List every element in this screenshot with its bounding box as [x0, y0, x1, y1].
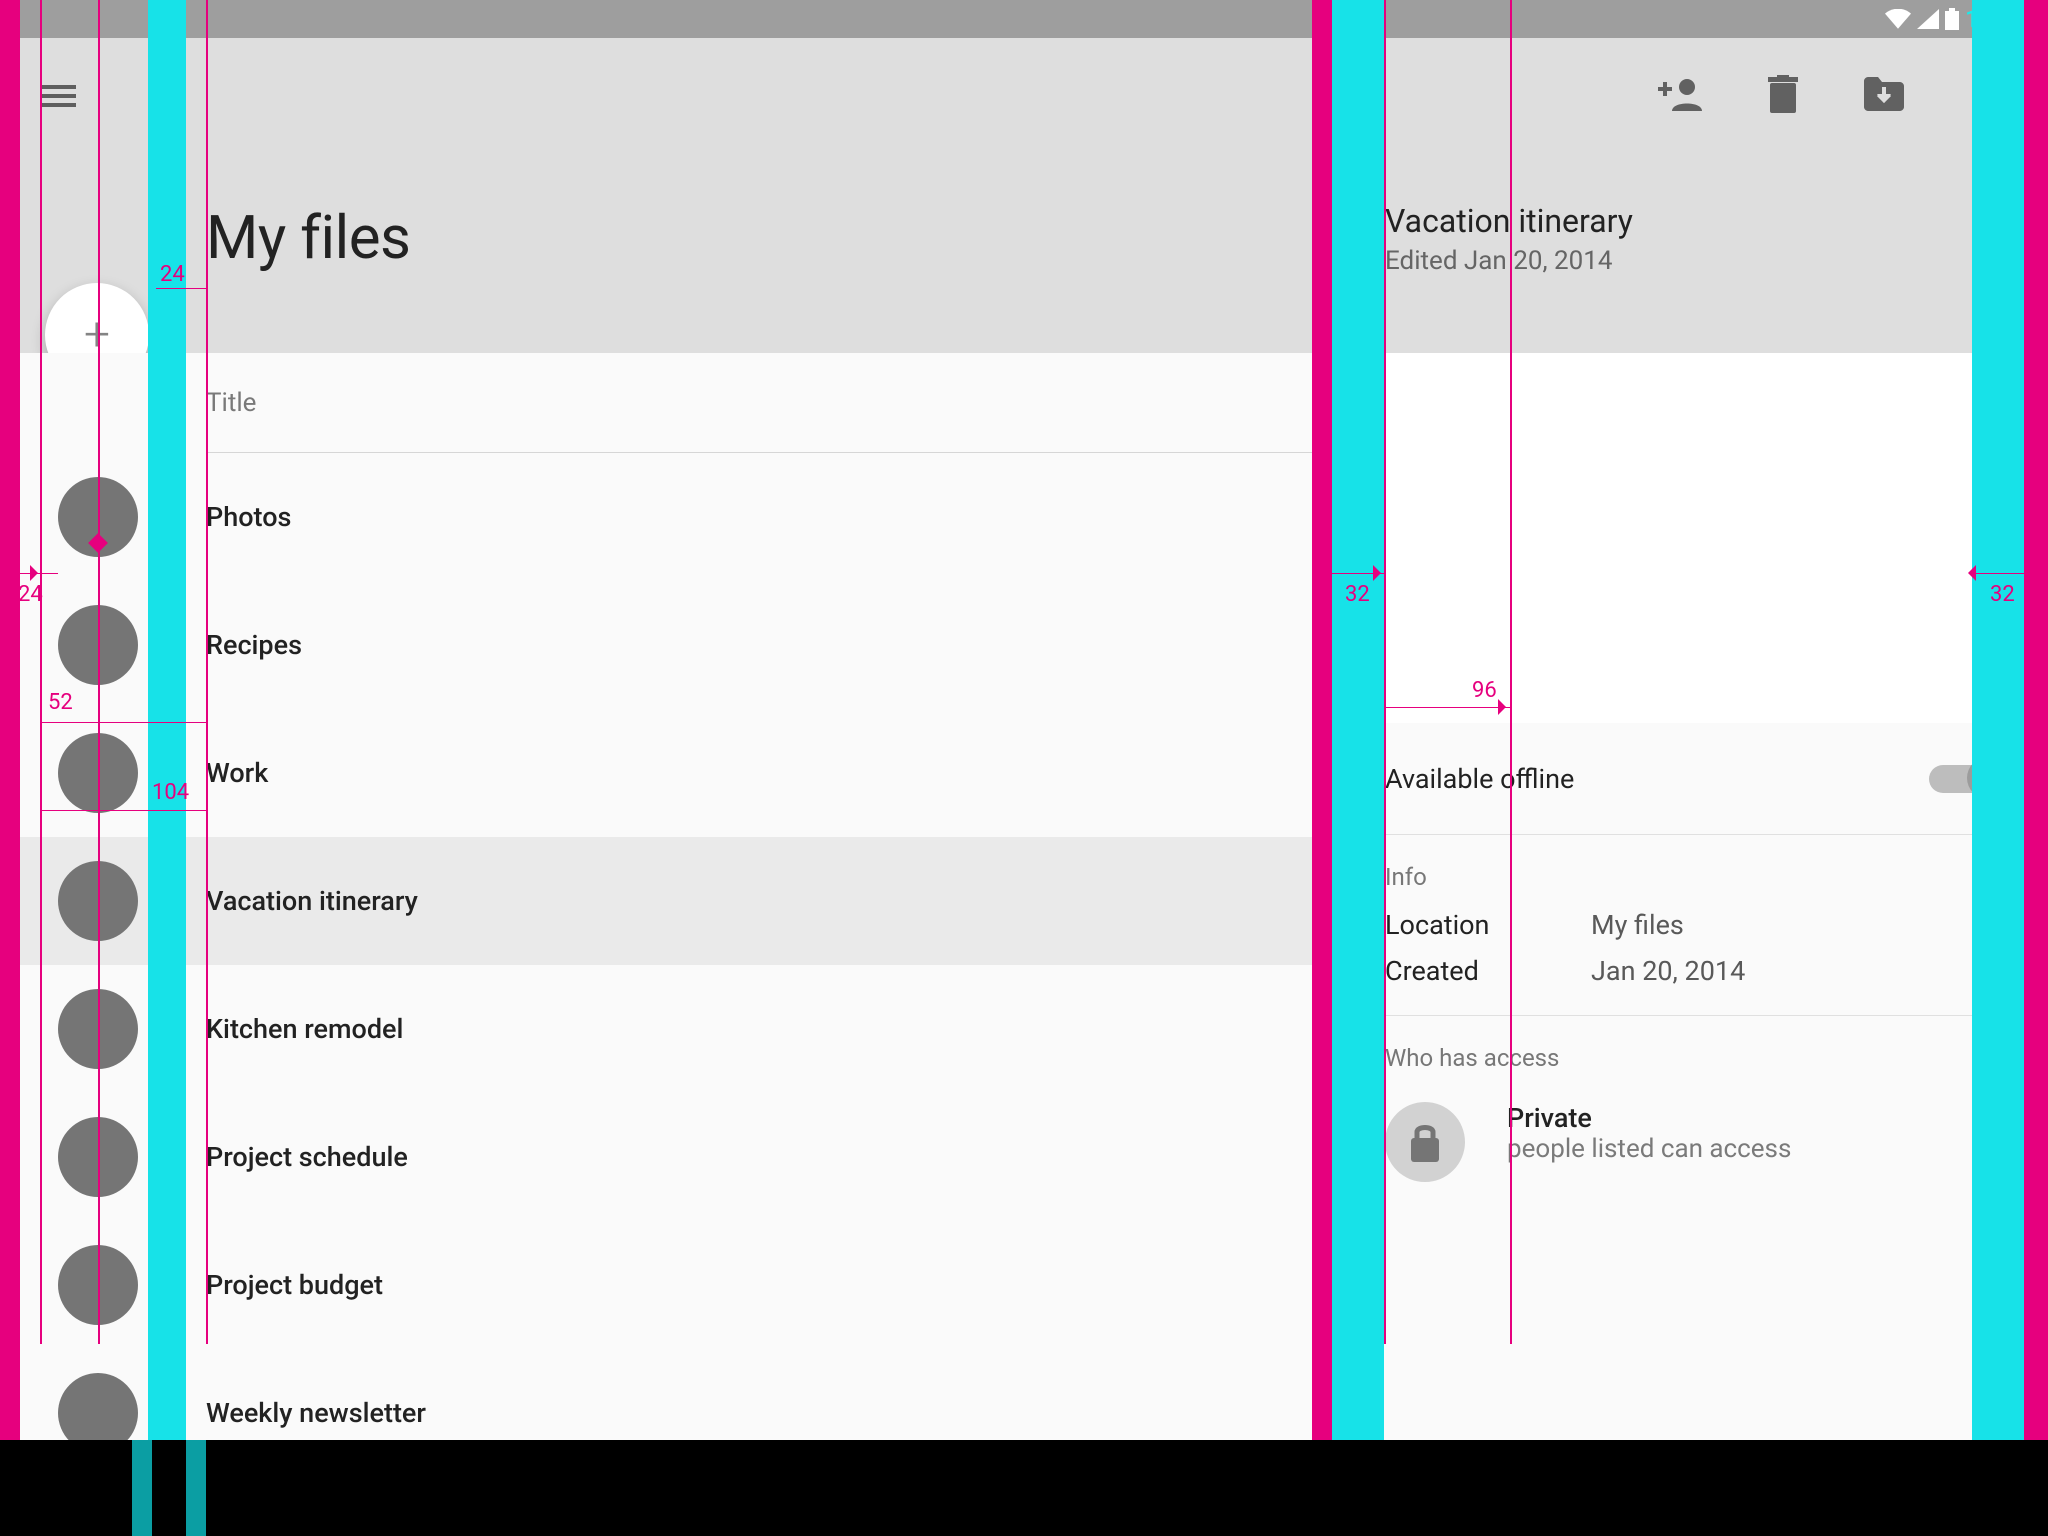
access-row: Private people listed can access [1385, 1102, 1993, 1182]
detail-subtitle: Edited Jan 20, 2014 [1385, 246, 1612, 276]
item-avatar [58, 1245, 138, 1325]
redline-band [132, 1440, 152, 1536]
access-section: Who has access Private people listed can… [1330, 1016, 2048, 1210]
list-item[interactable]: Recipes [0, 581, 1330, 709]
signal-icon [1917, 9, 1939, 29]
item-label: Work [206, 757, 268, 789]
app-screen: 12:30 My files Vacation itinerary Edited… [0, 0, 2048, 1440]
status-bar: 12:30 [0, 0, 2048, 38]
list-item[interactable]: Kitchen remodel [0, 965, 1330, 1093]
redline-arrow [30, 565, 46, 581]
menu-icon[interactable] [40, 80, 76, 112]
list-item[interactable]: Project budget [0, 1221, 1330, 1349]
offline-row: Available offline [1330, 723, 2048, 835]
list-item[interactable]: Project schedule [0, 1093, 1330, 1221]
item-avatar [58, 605, 138, 685]
access-text: Private people listed can access [1507, 1102, 1791, 1164]
redline-arrow [1498, 699, 1514, 715]
download-box-icon[interactable] [1864, 77, 1904, 115]
redline-band [1972, 0, 2024, 1440]
info-row-created: Created Jan 20, 2014 [1385, 955, 1993, 987]
detail-preview [1330, 353, 2048, 723]
redline-arrow [1373, 565, 1389, 581]
item-label: Kitchen remodel [206, 1013, 403, 1045]
info-key-created: Created [1385, 955, 1591, 987]
redline-band [1332, 0, 1384, 1440]
redline-band [0, 0, 20, 1440]
page-title: My files [206, 202, 410, 273]
info-key-location: Location [1385, 909, 1591, 941]
item-label: Photos [206, 501, 291, 533]
item-avatar [58, 989, 138, 1069]
item-avatar [58, 1117, 138, 1197]
nav-bar-area [0, 1440, 2048, 1536]
file-list: Title Photos Recipes Work Vacation itinerar… [0, 353, 1330, 1440]
item-label: Recipes [206, 629, 302, 661]
item-label: Project budget [206, 1269, 383, 1301]
access-subtitle: people listed can access [1507, 1134, 1791, 1164]
redline-band [186, 1440, 206, 1536]
redline-band [148, 0, 186, 1440]
info-section: Info Location My files Created Jan 20, 2… [1330, 835, 2048, 1016]
lock-icon [1385, 1102, 1465, 1182]
list-item[interactable]: Work [0, 709, 1330, 837]
info-row-location: Location My files [1385, 909, 1993, 941]
trash-icon[interactable] [1768, 75, 1798, 117]
item-avatar [58, 861, 138, 941]
item-label: Weekly newsletter [206, 1397, 426, 1429]
item-avatar [58, 733, 138, 813]
battery-icon [1945, 8, 1959, 30]
item-label: Project schedule [206, 1141, 408, 1173]
detail-title: Vacation itinerary [1385, 202, 1633, 240]
wifi-icon [1885, 9, 1911, 29]
item-label: Vacation itinerary [206, 885, 418, 917]
app-bar [0, 38, 2048, 153]
info-heading: Info [1385, 863, 1993, 891]
add-person-icon[interactable] [1658, 77, 1702, 115]
list-item[interactable]: Photos [0, 453, 1330, 581]
detail-panel: Available offline Info Location My files… [1330, 353, 2048, 1440]
list-item[interactable]: Vacation itinerary [0, 837, 1330, 965]
access-title: Private [1507, 1102, 1791, 1134]
access-heading: Who has access [1385, 1044, 1993, 1072]
offline-label: Available offline [1385, 763, 1574, 795]
info-val-location: My files [1591, 909, 1684, 941]
redline-band [2024, 0, 2048, 1440]
appbar-actions [1658, 75, 1982, 117]
list-header-title: Title [206, 353, 1330, 453]
info-val-created: Jan 20, 2014 [1591, 955, 1745, 987]
redline-arrow [1960, 565, 1976, 581]
redline-band [1312, 0, 1332, 1440]
